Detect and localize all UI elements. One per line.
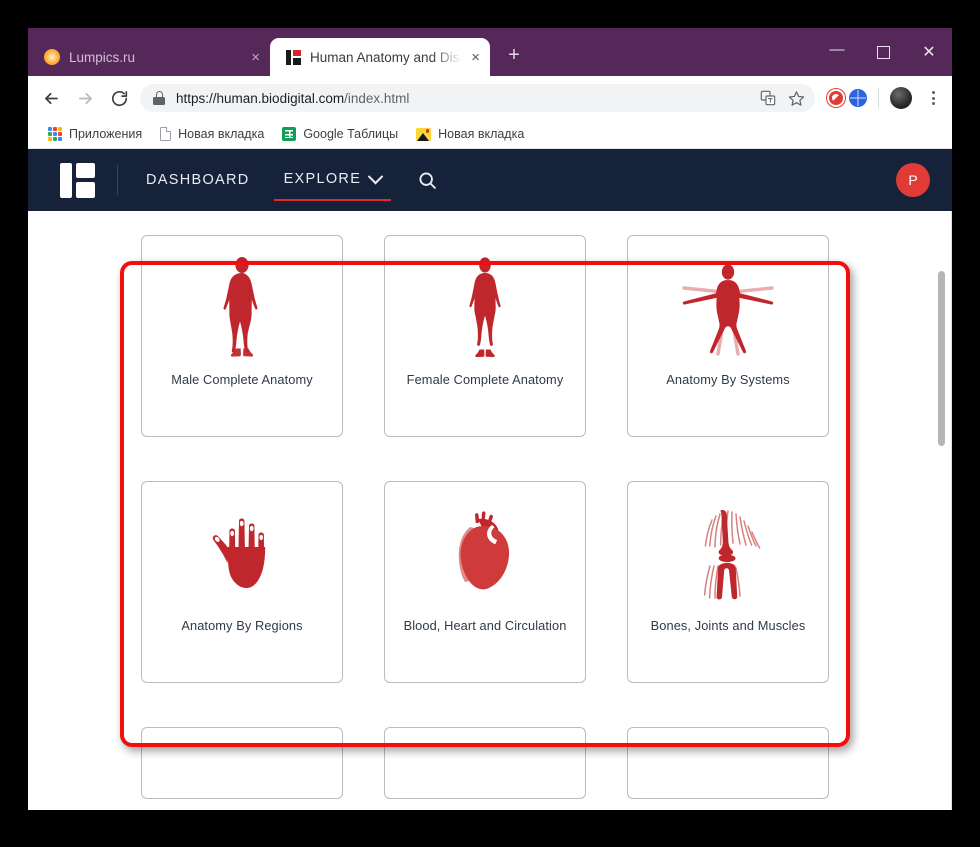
bookmark-star-icon[interactable] bbox=[783, 85, 809, 111]
male-body-icon bbox=[213, 236, 271, 372]
bookmark-label: Приложения bbox=[69, 127, 143, 141]
address-bar[interactable]: https://human.biodigital.com/index.html bbox=[140, 84, 815, 112]
window-controls: — ✕ bbox=[814, 28, 952, 76]
card-grid: Male Complete Anatomy Female Complete An… bbox=[141, 235, 871, 799]
lock-icon bbox=[153, 91, 165, 105]
biodigital-logo-icon[interactable] bbox=[60, 162, 95, 198]
adblock-extension-icon[interactable] bbox=[827, 89, 845, 107]
vitruvian-figure-icon bbox=[674, 236, 782, 372]
tab-title: Lumpics.ru bbox=[69, 49, 136, 65]
minimize-button[interactable]: — bbox=[814, 28, 860, 76]
card-label: Anatomy By Systems bbox=[666, 372, 790, 387]
bookmark-label: Новая вкладка bbox=[438, 127, 525, 141]
bookmark-new-tab-1[interactable]: Новая вкладка bbox=[152, 124, 272, 144]
heart-icon bbox=[440, 482, 530, 618]
card-label: Anatomy By Regions bbox=[181, 618, 303, 633]
browser-toolbar: https://human.biodigital.com/index.html bbox=[28, 76, 952, 120]
page-scrollbar[interactable] bbox=[937, 211, 948, 810]
screen: Lumpics.ru × Human Anatomy and Disease i… bbox=[0, 0, 980, 847]
close-icon: ✕ bbox=[922, 44, 936, 61]
card-row3-item3[interactable] bbox=[627, 727, 829, 799]
minimize-icon: — bbox=[829, 40, 845, 58]
hand-icon bbox=[203, 482, 281, 618]
url-text: https://human.biodigital.com/index.html bbox=[176, 91, 755, 106]
browser-tab-biodigital[interactable]: Human Anatomy and Disease in × bbox=[270, 38, 490, 76]
new-tab-button[interactable]: + bbox=[500, 42, 528, 70]
bookmarks-bar: Приложения Новая вкладка Google Таблицы … bbox=[28, 120, 952, 149]
card-female-complete-anatomy[interactable]: Female Complete Anatomy bbox=[384, 235, 586, 437]
biodigital-favicon bbox=[286, 49, 301, 65]
bookmark-google-sheets[interactable]: Google Таблицы bbox=[274, 124, 406, 144]
image-icon bbox=[416, 127, 432, 141]
card-anatomy-by-regions[interactable]: Anatomy By Regions bbox=[141, 481, 343, 683]
female-body-icon bbox=[460, 236, 510, 372]
apps-grid-icon bbox=[48, 127, 62, 141]
card-anatomy-by-systems[interactable]: Anatomy By Systems bbox=[627, 235, 829, 437]
card-row3-item1[interactable] bbox=[141, 727, 343, 799]
user-avatar[interactable]: P bbox=[896, 163, 930, 197]
orange-slice-icon bbox=[44, 49, 60, 65]
nav-label: EXPLORE bbox=[283, 171, 362, 187]
web-page: DASHBOARD EXPLORE P Male Complete Anatom… bbox=[28, 149, 952, 810]
site-header: DASHBOARD EXPLORE P bbox=[28, 149, 952, 211]
search-icon[interactable] bbox=[417, 170, 438, 191]
card-bones-joints-muscles[interactable]: Bones, Joints and Muscles bbox=[627, 481, 829, 683]
card-male-complete-anatomy[interactable]: Male Complete Anatomy bbox=[141, 235, 343, 437]
url-path: /index.html bbox=[344, 90, 410, 106]
url-origin: https://human.biodigital.com bbox=[176, 90, 345, 106]
nav-item-explore[interactable]: EXPLORE bbox=[273, 163, 391, 201]
document-icon bbox=[160, 127, 172, 141]
bookmark-new-tab-2[interactable]: Новая вкладка bbox=[408, 124, 532, 144]
tab-strip: Lumpics.ru × Human Anatomy and Disease i… bbox=[28, 28, 952, 76]
forward-button[interactable] bbox=[68, 81, 102, 115]
back-button[interactable] bbox=[34, 81, 68, 115]
reload-button[interactable] bbox=[102, 81, 136, 115]
toolbar-divider bbox=[878, 88, 879, 108]
card-label: Male Complete Anatomy bbox=[171, 372, 313, 387]
chrome-menu-icon[interactable] bbox=[920, 85, 946, 111]
card-label: Bones, Joints and Muscles bbox=[650, 618, 806, 633]
maximize-icon bbox=[876, 45, 890, 59]
google-sheets-icon bbox=[282, 127, 297, 141]
bookmark-label: Google Таблицы bbox=[303, 127, 399, 141]
omnibox-icons bbox=[755, 85, 809, 111]
card-row3-item2[interactable] bbox=[384, 727, 586, 799]
tab-title: Human Anatomy and Disease in bbox=[310, 49, 462, 65]
close-icon[interactable]: × bbox=[471, 50, 480, 65]
bookmark-apps[interactable]: Приложения bbox=[40, 124, 150, 144]
page-content: Male Complete Anatomy Female Complete An… bbox=[28, 211, 952, 810]
card-label: Blood, Heart and Circulation bbox=[403, 618, 567, 633]
knee-joint-icon bbox=[686, 482, 770, 618]
card-blood-heart-circulation[interactable]: Blood, Heart and Circulation bbox=[384, 481, 586, 683]
card-label: Female Complete Anatomy bbox=[406, 372, 564, 387]
globe-extension-icon[interactable] bbox=[849, 89, 867, 107]
chevron-down-icon bbox=[367, 168, 384, 184]
close-icon[interactable]: × bbox=[251, 50, 260, 65]
browser-window: Lumpics.ru × Human Anatomy and Disease i… bbox=[28, 28, 952, 810]
translate-icon[interactable] bbox=[755, 85, 781, 111]
close-window-button[interactable]: ✕ bbox=[906, 28, 952, 76]
nav-item-dashboard[interactable]: DASHBOARD bbox=[144, 164, 252, 196]
bookmark-label: Новая вкладка bbox=[178, 127, 265, 141]
scrollbar-thumb[interactable] bbox=[938, 271, 945, 446]
header-divider bbox=[117, 165, 118, 195]
maximize-button[interactable] bbox=[860, 28, 906, 76]
browser-tab-lumpics[interactable]: Lumpics.ru × bbox=[28, 38, 270, 76]
nav-label: DASHBOARD bbox=[146, 172, 250, 188]
profile-avatar[interactable] bbox=[890, 87, 912, 109]
extension-icons bbox=[821, 85, 946, 111]
content-right-edge bbox=[951, 211, 952, 810]
